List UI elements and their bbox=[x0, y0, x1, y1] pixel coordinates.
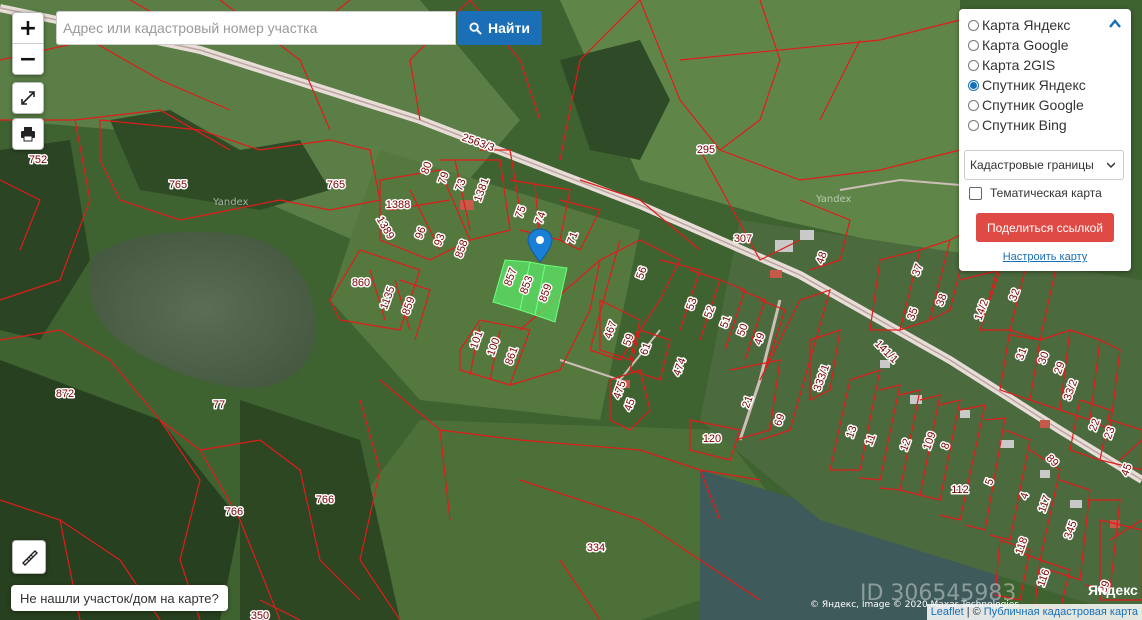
search-bar: Найти bbox=[56, 11, 542, 45]
radio-button[interactable] bbox=[968, 119, 979, 131]
radio-button[interactable] bbox=[968, 19, 979, 31]
radio-button[interactable] bbox=[968, 39, 979, 51]
configure-map-link[interactable]: Настроить карту bbox=[959, 251, 1131, 263]
attribution-separator: | © bbox=[966, 606, 981, 618]
search-icon bbox=[469, 21, 482, 35]
cadastral-plot-label[interactable]: 766 bbox=[223, 504, 244, 519]
yandex-logo: Яндекс bbox=[1088, 582, 1138, 598]
cadastral-plot-label[interactable]: 860 bbox=[350, 275, 371, 290]
zoom-in-button[interactable]: + bbox=[13, 13, 43, 44]
cadastral-plot-label[interactable]: 307 bbox=[732, 231, 753, 246]
chevron-down-icon bbox=[1107, 162, 1115, 169]
radio-button[interactable] bbox=[968, 99, 979, 111]
not-found-button[interactable]: Не нашли участок/дом на карте? bbox=[11, 585, 228, 611]
cadastral-plot-label[interactable]: 766 bbox=[314, 492, 335, 507]
share-link-button[interactable]: Поделиться ссылкой bbox=[976, 213, 1114, 242]
basemap-label: Карта Яндекс bbox=[982, 17, 1071, 33]
cadastral-plot-label[interactable]: 765 bbox=[167, 177, 188, 192]
basemap-label: Карта 2GIS bbox=[982, 57, 1056, 73]
checkbox[interactable] bbox=[969, 186, 982, 200]
basemap-label: Карта Google bbox=[982, 37, 1069, 53]
cadastral-plot-label[interactable]: 77 bbox=[211, 397, 226, 412]
basemap-option-google-map[interactable]: Карта Google bbox=[968, 35, 1069, 55]
yandex-watermark: Yandex bbox=[815, 194, 852, 205]
cadastral-plot-label[interactable]: 752 bbox=[27, 152, 48, 167]
leaflet-link[interactable]: Leaflet bbox=[931, 606, 964, 618]
zoom-out-button[interactable]: − bbox=[13, 44, 43, 74]
search-input[interactable] bbox=[56, 11, 456, 45]
ruler-button[interactable] bbox=[12, 540, 46, 574]
yandex-watermark: Yandex bbox=[212, 197, 249, 208]
cadastral-plot-label[interactable]: 765 bbox=[325, 177, 346, 192]
pkk-link[interactable]: Публичная кадастровая карта bbox=[984, 606, 1138, 618]
print-button[interactable] bbox=[12, 118, 44, 150]
cadastral-plot-label[interactable]: 120 bbox=[701, 431, 722, 446]
basemap-option-bing-satellite[interactable]: Спутник Bing bbox=[968, 115, 1067, 135]
search-button[interactable]: Найти bbox=[457, 11, 542, 45]
fullscreen-button[interactable] bbox=[12, 82, 44, 114]
cadastral-plot-label[interactable]: 350 bbox=[249, 608, 270, 620]
overlay-select-value: Кадастровые границы bbox=[970, 158, 1094, 172]
basemap-option-google-satellite[interactable]: Спутник Google bbox=[968, 95, 1084, 115]
chevron-up-icon[interactable] bbox=[1109, 18, 1121, 30]
radio-button-selected[interactable] bbox=[968, 79, 979, 91]
search-button-label: Найти bbox=[488, 20, 530, 36]
cadastral-plot-label[interactable]: 872 bbox=[54, 386, 75, 401]
basemap-label: Спутник Bing bbox=[982, 117, 1067, 133]
thematic-map-toggle[interactable]: Тематическая карта bbox=[969, 186, 1102, 200]
cadastral-plot-label[interactable]: 1388 bbox=[384, 197, 411, 212]
basemap-label: Спутник Google bbox=[982, 97, 1084, 113]
basemap-option-yandex-map[interactable]: Карта Яндекс bbox=[968, 15, 1070, 35]
layers-panel: Карта Яндекс Карта Google Карта 2GIS Спу… bbox=[959, 9, 1131, 271]
printer-icon bbox=[21, 127, 35, 142]
cadastral-plot-label[interactable]: 112 bbox=[950, 482, 971, 497]
basemap-option-yandex-satellite[interactable]: Спутник Яндекс bbox=[968, 75, 1086, 95]
basemap-option-2gis-map[interactable]: Карта 2GIS bbox=[968, 55, 1055, 75]
basemap-label: Спутник Яндекс bbox=[982, 77, 1086, 93]
cadastral-plot-label[interactable]: 295 bbox=[695, 142, 716, 157]
attribution-bar: Leaflet | © Публичная кадастровая карта bbox=[926, 604, 1142, 620]
cadastral-plot-label[interactable]: 334 bbox=[585, 540, 606, 555]
expand-icon bbox=[21, 91, 35, 105]
thematic-map-label: Тематическая карта bbox=[990, 186, 1102, 200]
radio-button[interactable] bbox=[968, 59, 979, 71]
ruler-icon bbox=[22, 550, 38, 566]
zoom-control: + − bbox=[12, 12, 44, 75]
overlay-select[interactable]: Кадастровые границы bbox=[964, 150, 1124, 180]
